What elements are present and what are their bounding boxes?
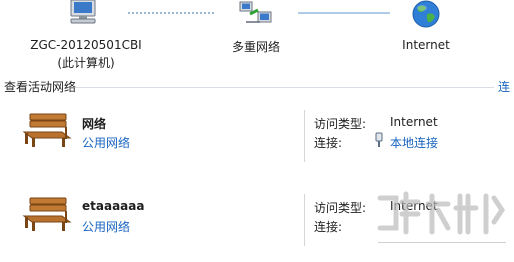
globe-icon[interactable] [411, 0, 441, 30]
bench-icon[interactable] [22, 196, 72, 232]
this-computer-label: (此计算机) [57, 56, 115, 70]
connect-disconnect-link[interactable]: 连 [498, 78, 510, 95]
connections-label: 连接: [314, 136, 343, 150]
section-divider [76, 87, 494, 88]
access-type-value: Internet [390, 115, 438, 129]
network-name: 网络 [82, 117, 107, 131]
watermark-logo [377, 191, 506, 243]
connection-link[interactable]: 本地连接 [390, 134, 438, 151]
access-type-label: 访问类型: [314, 117, 367, 131]
computer-name-label: ZGC-20120501CBI [30, 38, 142, 52]
network-category-link[interactable]: 公用网络 [82, 218, 130, 235]
vertical-divider [304, 110, 305, 162]
connections-label: 连接: [314, 220, 343, 234]
network-category-link[interactable]: 公用网络 [82, 134, 130, 151]
internet-label: Internet [402, 38, 450, 52]
multiple-networks-icon[interactable] [238, 0, 274, 26]
active-networks-heading: 查看活动网络 [4, 80, 77, 94]
access-type-label: 访问类型: [314, 201, 367, 215]
multiple-networks-label: 多重网络 [231, 40, 280, 54]
vertical-divider [304, 194, 305, 246]
adapter-icon [375, 132, 383, 147]
bench-icon[interactable] [22, 112, 72, 148]
network-name: etaaaaaa [82, 199, 145, 213]
map-connector-left [128, 12, 214, 14]
map-connector-right [298, 12, 390, 14]
computer-icon[interactable] [65, 0, 101, 24]
